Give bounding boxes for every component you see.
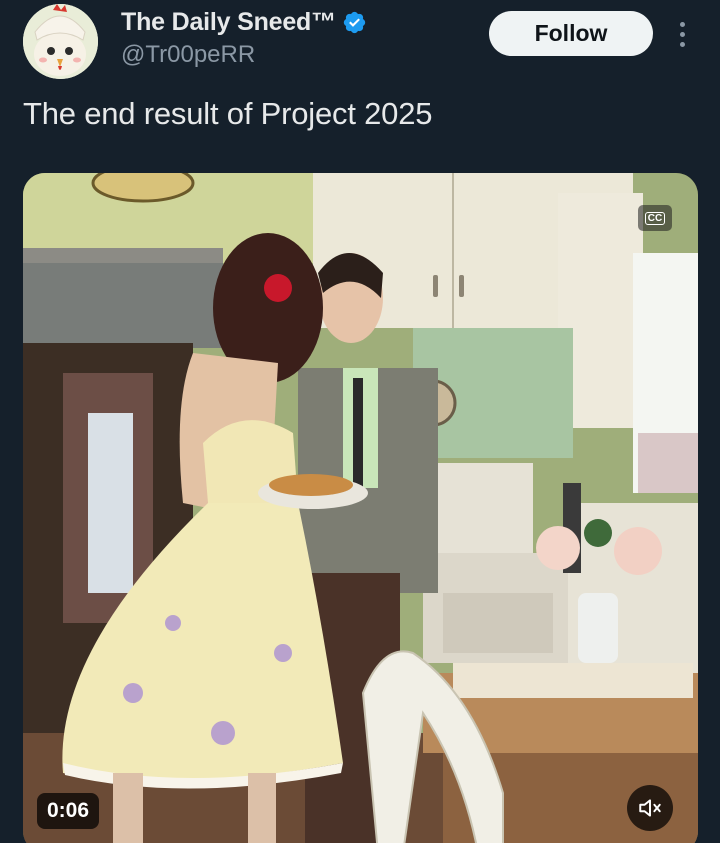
cat-avatar-icon (23, 4, 98, 79)
speaker-muted-icon (639, 799, 661, 817)
tweet-text: The end result of Project 2025 (23, 96, 433, 131)
more-vertical-icon[interactable] (670, 16, 694, 52)
captions-label: CC (644, 211, 666, 225)
author-avatar[interactable] (23, 4, 98, 79)
captions-button[interactable]: CC (638, 205, 672, 231)
video-frame (23, 173, 698, 843)
video-timer: 0:06 (37, 793, 100, 829)
mute-button[interactable] (627, 785, 673, 831)
author-display-name[interactable]: The Daily Sneed™ (121, 8, 336, 37)
author-name-row[interactable]: The Daily Sneed™ (121, 5, 367, 39)
verified-badge-icon (343, 11, 366, 33)
tweet: The Daily Sneed™ @Tr00peRR Follow The en… (0, 0, 720, 843)
tweet-video[interactable]: CC 0:06 (23, 173, 698, 843)
author-handle[interactable]: @Tr00peRR (121, 41, 255, 69)
follow-button[interactable]: Follow (489, 11, 653, 56)
